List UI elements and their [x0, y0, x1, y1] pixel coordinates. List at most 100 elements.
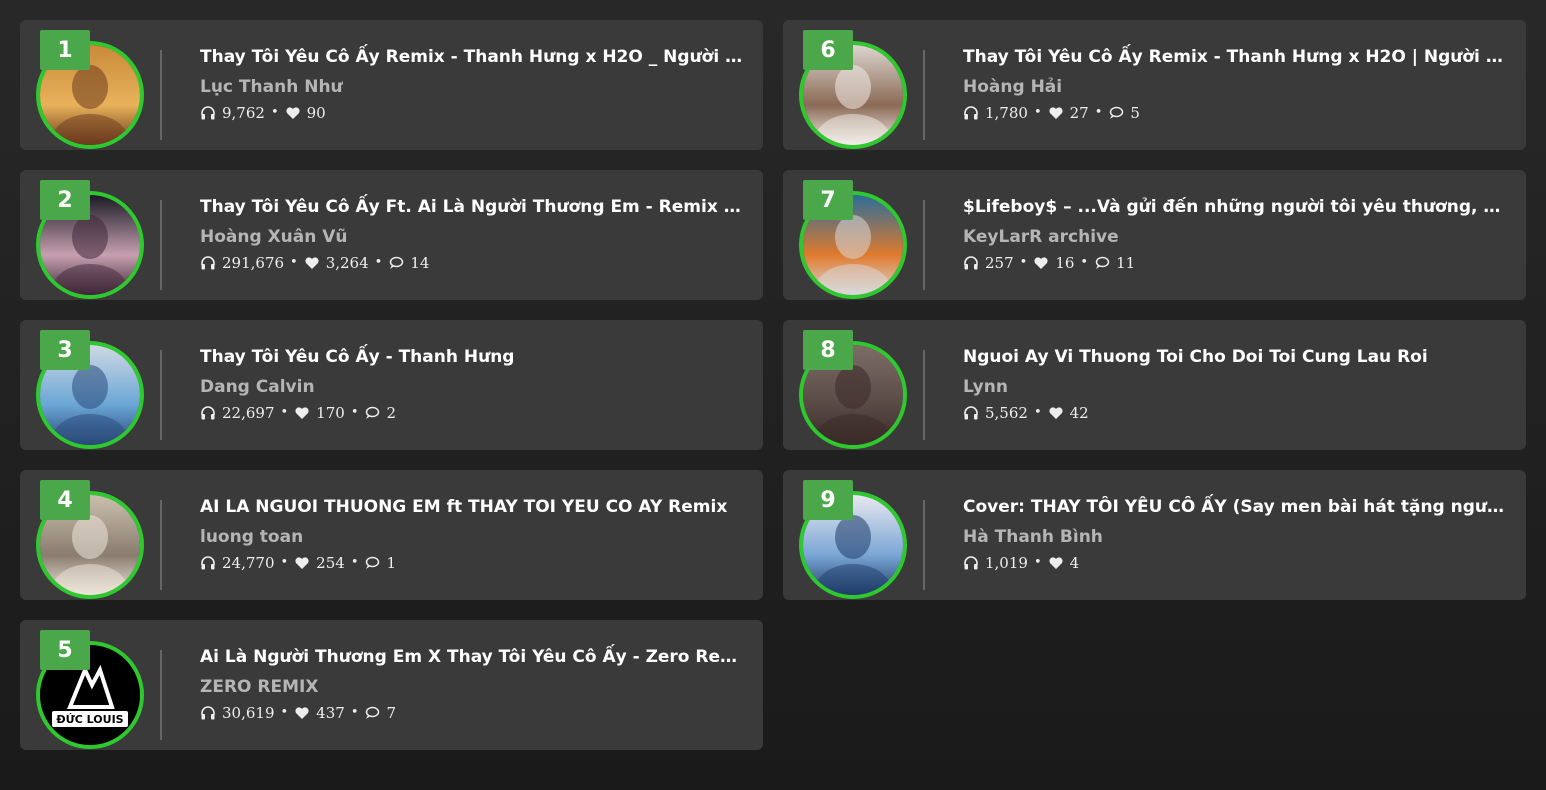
- track-title[interactable]: Nguoi Ay Vi Thuong Toi Cho Doi Toi Cung …: [963, 344, 1508, 370]
- track-card[interactable]: 7 $Lifeboy$ – ...Và gửi đến những người …: [783, 170, 1526, 300]
- track-artist[interactable]: ZERO REMIX: [200, 674, 745, 700]
- plays-stat: 22,697: [200, 402, 275, 424]
- track-artist[interactable]: Hà Thanh Bình: [963, 524, 1508, 550]
- rank-badge: 8: [803, 330, 853, 370]
- track-title[interactable]: Thay Tôi Yêu Cô Ấy Remix - Thanh Hưng x …: [963, 44, 1508, 70]
- likes-count: 16: [1055, 254, 1075, 272]
- track-artist[interactable]: luong toan: [200, 524, 745, 550]
- track-card[interactable]: 1 Thay Tôi Yêu Cô Ấy Remix - Thanh Hưng …: [20, 20, 763, 150]
- track-card[interactable]: 2 Thay Tôi Yêu Cô Ấy Ft. Ai Là Người Thư…: [20, 170, 763, 300]
- comment-icon: [1110, 106, 1124, 119]
- comment-icon: [390, 256, 404, 269]
- rank-badge: 7: [803, 180, 853, 220]
- stat-separator: •: [374, 255, 383, 270]
- track-artist[interactable]: Hoàng Hải: [963, 74, 1508, 100]
- track-stats: 257 • 16 • 11: [963, 252, 1508, 274]
- plays-count: 5,562: [985, 404, 1028, 422]
- heart-icon: [1049, 107, 1063, 119]
- track-card[interactable]: 8 Nguoi Ay Vi Thuong Toi Cho Doi Toi Cun…: [783, 320, 1526, 450]
- plays-count: 24,770: [222, 554, 275, 572]
- track-card[interactable]: 6 Thay Tôi Yêu Cô Ấy Remix - Thanh Hưng …: [783, 20, 1526, 150]
- track-info: Thay Tôi Yêu Cô Ấy Remix - Thanh Hưng x …: [200, 44, 745, 124]
- likes-stat: 16: [1033, 252, 1074, 274]
- track-card[interactable]: ĐỨC LOUIS 5 Ai Là Người Thương Em X Thay…: [20, 620, 763, 750]
- plays-stat: 1,019: [963, 552, 1028, 574]
- likes-stat: 90: [285, 102, 326, 124]
- divider: [160, 500, 162, 590]
- heart-icon: [1049, 557, 1063, 569]
- divider: [160, 200, 162, 290]
- comment-icon: [366, 406, 380, 419]
- comments-stat: 2: [364, 402, 396, 424]
- track-artist[interactable]: KeyLarR archive: [963, 224, 1508, 250]
- likes-count: 27: [1069, 104, 1089, 122]
- likes-count: 254: [316, 554, 345, 572]
- rank-badge: 9: [803, 480, 853, 520]
- plays-stat: 291,676: [200, 252, 284, 274]
- likes-stat: 3,264: [304, 252, 369, 274]
- plays-stat: 9,762: [200, 102, 265, 124]
- likes-stat: 437: [294, 702, 345, 724]
- headphones-icon: [201, 556, 215, 570]
- track-artist[interactable]: Hoàng Xuân Vũ: [200, 224, 745, 250]
- plays-count: 1,780: [985, 104, 1028, 122]
- track-artist[interactable]: Dang Calvin: [200, 374, 745, 400]
- rank-badge: 3: [40, 330, 90, 370]
- track-stats: 30,619 • 437 • 7: [200, 702, 745, 724]
- stat-separator: •: [270, 105, 279, 120]
- likes-stat: 254: [294, 552, 345, 574]
- headphones-icon: [964, 256, 978, 270]
- divider: [923, 350, 925, 440]
- comments-count: 11: [1116, 254, 1136, 272]
- likes-count: 42: [1069, 404, 1089, 422]
- track-title[interactable]: Cover: THAY TÔI YÊU CÔ ẤY (Say men bài h…: [963, 494, 1508, 520]
- heart-icon: [295, 557, 309, 569]
- divider: [160, 50, 162, 140]
- divider: [923, 200, 925, 290]
- plays-stat: 1,780: [963, 102, 1028, 124]
- comments-stat: 1: [364, 552, 396, 574]
- track-card[interactable]: 9 Cover: THAY TÔI YÊU CÔ ẤY (Say men bài…: [783, 470, 1526, 600]
- divider: [923, 500, 925, 590]
- likes-stat: 170: [294, 402, 345, 424]
- headphones-icon: [201, 706, 215, 720]
- track-title[interactable]: Thay Tôi Yêu Cô Ấy Remix - Thanh Hưng x …: [200, 44, 745, 70]
- stat-separator: •: [1094, 105, 1103, 120]
- comments-stat: 14: [388, 252, 429, 274]
- track-title[interactable]: Ai Là Người Thương Em X Thay Tôi Yêu Cô …: [200, 644, 745, 670]
- plays-stat: 257: [963, 252, 1014, 274]
- track-artist[interactable]: Lục Thanh Như: [200, 74, 745, 100]
- track-artist[interactable]: Lynn: [963, 374, 1508, 400]
- track-title[interactable]: Thay Tôi Yêu Cô Ấy - Thanh Hưng: [200, 344, 745, 370]
- likes-stat: 42: [1048, 402, 1089, 424]
- comments-count: 5: [1130, 104, 1140, 122]
- comments-stat: 7: [364, 702, 396, 724]
- plays-count: 257: [985, 254, 1014, 272]
- headphones-icon: [201, 256, 215, 270]
- track-title[interactable]: Thay Tôi Yêu Cô Ấy Ft. Ai Là Người Thươn…: [200, 194, 745, 220]
- track-title[interactable]: AI LA NGUOI THUONG EM ft THAY TOI YEU CO…: [200, 494, 745, 520]
- stat-separator: •: [1019, 255, 1028, 270]
- plays-count: 291,676: [222, 254, 285, 272]
- likes-count: 4: [1069, 554, 1080, 572]
- track-card[interactable]: 4 AI LA NGUOI THUONG EM ft THAY TOI YEU …: [20, 470, 763, 600]
- track-stats: 1,019 • 4: [963, 552, 1508, 574]
- plays-count: 9,762: [222, 104, 265, 122]
- track-info: AI LA NGUOI THUONG EM ft THAY TOI YEU CO…: [200, 494, 745, 574]
- stat-separator: •: [350, 405, 359, 420]
- stat-separator: •: [350, 705, 359, 720]
- comments-count: 14: [410, 254, 430, 272]
- track-info: Thay Tôi Yêu Cô Ấy Ft. Ai Là Người Thươn…: [200, 194, 745, 274]
- comments-count: 2: [386, 404, 397, 422]
- plays-count: 22,697: [222, 404, 275, 422]
- track-title[interactable]: $Lifeboy$ – ...Và gửi đến những người tô…: [963, 194, 1508, 220]
- headphones-icon: [201, 106, 215, 120]
- track-card[interactable]: 3 Thay Tôi Yêu Cô Ấy - Thanh Hưng Dang C…: [20, 320, 763, 450]
- heart-icon: [305, 257, 319, 269]
- likes-count: 437: [316, 704, 345, 722]
- plays-stat: 30,619: [200, 702, 275, 724]
- divider: [923, 50, 925, 140]
- heart-icon: [1034, 257, 1048, 269]
- track-stats: 24,770 • 254 • 1: [200, 552, 745, 574]
- track-info: Thay Tôi Yêu Cô Ấy - Thanh Hưng Dang Cal…: [200, 344, 745, 424]
